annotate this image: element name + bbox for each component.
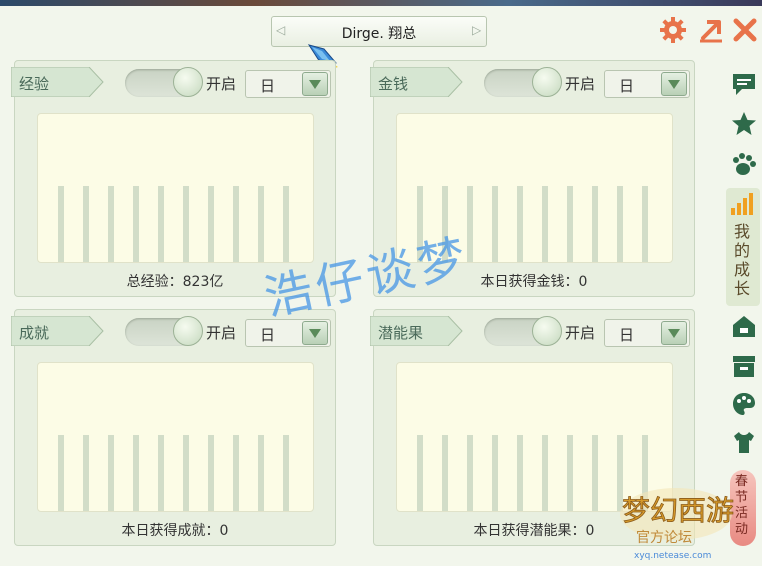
home-icon[interactable] [730, 312, 758, 340]
chart-bar [83, 435, 89, 511]
chart-bar [133, 186, 139, 262]
tab-my-growth[interactable]: 我的成长 [726, 188, 760, 306]
toggle-knob[interactable] [532, 316, 562, 346]
window-title: Dirge. 翔总 [341, 26, 417, 42]
panel-tag: 经验 [11, 67, 107, 97]
chart-bar [442, 435, 448, 511]
chart-bar [283, 186, 289, 262]
chart-bar [158, 186, 164, 262]
panel-tag: 金钱 [370, 67, 466, 97]
chart-bar [617, 186, 623, 262]
enable-toggle[interactable] [484, 316, 562, 346]
svg-text:官方论坛: 官方论坛 [636, 530, 692, 546]
chevron-down-icon[interactable] [302, 72, 328, 96]
panel-tag: 潜能果 [370, 316, 466, 346]
chart-bar [58, 435, 64, 511]
palette-icon[interactable] [730, 390, 758, 418]
chart-bar [492, 435, 498, 511]
star-icon[interactable] [730, 110, 758, 138]
chart-bar [542, 186, 548, 262]
chart-bar [517, 435, 523, 511]
toggle-knob[interactable] [173, 67, 203, 97]
window-title-box: ◁ Dirge. 翔总 ▷ [271, 16, 487, 47]
period-select-value: 日 [619, 77, 635, 95]
growth-window: ◁ Dirge. 翔总 ▷ 经验 开启 日 总经验：823亿 金钱 开启 日 本… [0, 6, 762, 566]
panel-caption: 本日获得成就：0 [121, 523, 229, 539]
panel-achievement: 成就 开启 日 本日获得成就：0 [11, 309, 336, 546]
chart-bar [233, 435, 239, 511]
enable-toggle[interactable] [484, 67, 562, 97]
paw-icon[interactable] [730, 150, 758, 178]
chevron-down-icon[interactable] [661, 321, 687, 345]
chart-bar [642, 186, 648, 262]
chart-bar [58, 186, 64, 262]
chart-bar [592, 186, 598, 262]
chart-bar [492, 186, 498, 262]
settings-gear-icon[interactable] [658, 15, 688, 45]
toggle-label: 开启 [206, 324, 237, 342]
chart-bar [158, 435, 164, 511]
chart-bar [133, 435, 139, 511]
chart-bar [258, 435, 264, 511]
svg-text:xyq.netease.com: xyq.netease.com [634, 551, 711, 561]
growth-chart [37, 362, 314, 512]
chart-bar [208, 186, 214, 262]
panel-tag: 成就 [11, 316, 107, 346]
toggle-label: 开启 [565, 75, 596, 93]
chart-bar [517, 186, 523, 262]
toggle-knob[interactable] [173, 316, 203, 346]
game-logo: 梦幻西游 官方论坛 xyq.netease.com [620, 488, 734, 561]
period-select[interactable]: 日 [604, 70, 690, 98]
tab-my-growth-label: 我的成长 [734, 222, 751, 298]
chart-bar [208, 435, 214, 511]
tshirt-icon[interactable] [730, 428, 758, 456]
chevron-down-icon[interactable] [302, 321, 328, 345]
chart-bar [108, 435, 114, 511]
panel-tag-label: 经验 [19, 75, 50, 93]
popout-arrow-icon[interactable] [696, 15, 726, 45]
chevron-down-icon[interactable] [661, 72, 687, 96]
chart-bar [183, 186, 189, 262]
signal-bars-icon [731, 193, 753, 215]
chart-bar [183, 435, 189, 511]
chart-bar [233, 186, 239, 262]
panel-tag-label: 金钱 [378, 75, 409, 93]
chart-bar [417, 435, 423, 511]
period-select[interactable]: 日 [604, 319, 690, 347]
chart-bar [83, 186, 89, 262]
toggle-label: 开启 [206, 75, 237, 93]
right-sidebar: 我的成长 春节活动 [726, 70, 762, 550]
svg-text:梦幻西游: 梦幻西游 [622, 494, 734, 527]
chart-bar [108, 186, 114, 262]
title-right-ornament: ▷ [472, 23, 482, 37]
chart-bar [258, 186, 264, 262]
chart-bar [467, 435, 473, 511]
enable-toggle[interactable] [125, 316, 203, 346]
chart-bar [592, 435, 598, 511]
period-select[interactable]: 日 [245, 70, 331, 98]
panel-tag-label: 潜能果 [378, 324, 424, 342]
period-select-value: 日 [619, 326, 635, 344]
chart-bar [542, 435, 548, 511]
chart-bar [567, 435, 573, 511]
panel-tag-label: 成就 [19, 324, 50, 342]
storage-box-icon[interactable] [730, 352, 758, 380]
growth-chart [37, 113, 314, 263]
chart-bar [467, 186, 473, 262]
chart-bar [283, 435, 289, 511]
chart-bar [567, 186, 573, 262]
close-icon[interactable] [730, 15, 760, 45]
toggle-label: 开启 [565, 324, 596, 342]
period-select-value: 日 [260, 77, 276, 95]
toggle-knob[interactable] [532, 67, 562, 97]
enable-toggle[interactable] [125, 67, 203, 97]
chat-bubble-icon[interactable] [730, 70, 758, 98]
